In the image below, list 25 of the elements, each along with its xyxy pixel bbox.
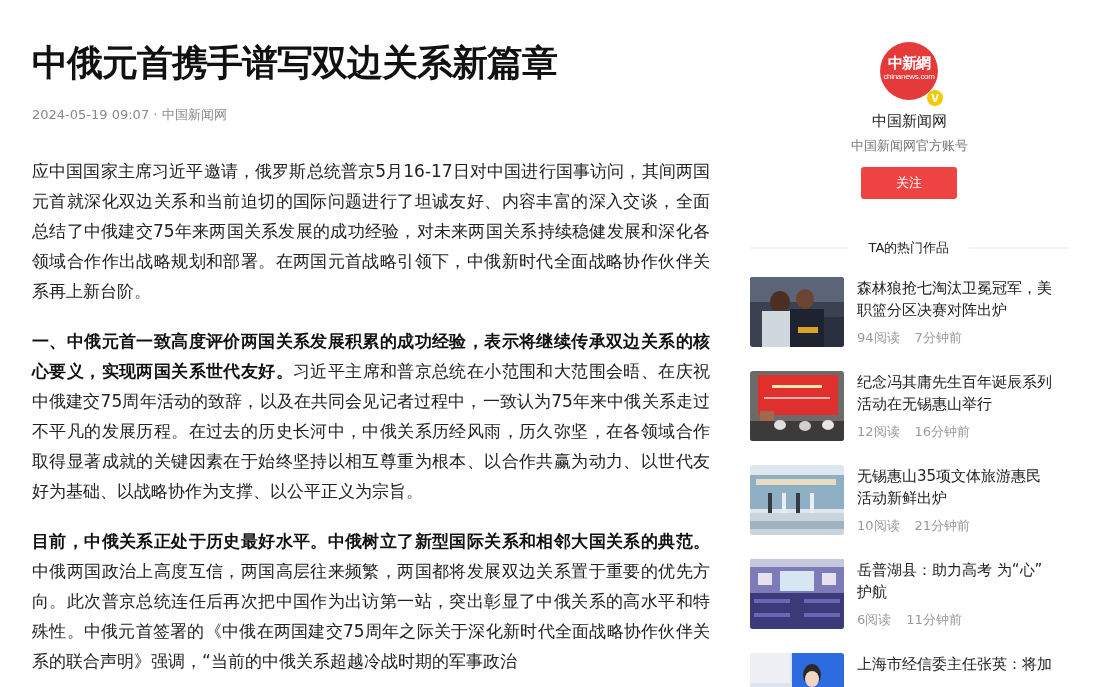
read-count: 10阅读 bbox=[857, 517, 900, 535]
article-link[interactable]: 纪念冯其庸先生百年诞辰系列活动在无锡惠山举行 bbox=[857, 371, 1053, 415]
article-link[interactable]: 森林狼抢七淘汰卫冕冠军，美职篮分区决赛对阵出炉 bbox=[857, 277, 1053, 321]
article-meta: 2024-05-19 09:07 · 中国新闻网 bbox=[32, 106, 228, 124]
article-link[interactable]: 上海市经信委主任张英：将加 bbox=[857, 653, 1053, 675]
article-paragraph: 应中国国家主席习近平邀请，俄罗斯总统普京5月16-17日对中国进行国事访问，其间两国元首就深化双边关系和当前迫切的国际问题进行了坦诚友好、内容丰富的深入交谈，全面总结了中俄建交75年来两国关系发展的成功经验，对未来两国关系持续稳健发展和深化各领域合作作出战略规划和部署。在两国元首战略引领下，中俄新时代全面战略协作伙伴关系再上新台阶。 bbox=[32, 160, 710, 303]
publish-time: 11分钟前 bbox=[906, 611, 962, 629]
logo-text: 中新網 bbox=[888, 53, 930, 72]
article-link[interactable]: 无锡惠山35项文体旅游惠民活动新鲜出炉 bbox=[857, 465, 1053, 509]
read-count: 6阅读 bbox=[857, 611, 892, 629]
publish-time: 16分钟前 bbox=[914, 423, 971, 441]
publish-time: 7分钟前 bbox=[914, 329, 962, 347]
read-count: 94阅读 bbox=[857, 329, 900, 347]
section-heading: TA的热门作品 bbox=[868, 239, 950, 257]
verified-badge: V bbox=[926, 89, 944, 107]
read-count: 12阅读 bbox=[857, 423, 900, 441]
article-paragraph: 目前，中俄关系正处于历史最好水平。中俄树立了新型国际关系和相邻大国关系的典范。中俄两国政治上高度互信，两国高层往来频繁，两国都将发展双边关系置于重要的优先方向。此次普京总统连任后再次把中国作为出访第一站，突出彰显了中俄关系的高水平和特殊性。中俄元首签署的《中俄在两国建交75周年之际关于深化新时代全面战略协作伙伴关系的联合声明》强调，“当前的中俄关系超越冷战时期的军事政治 bbox=[32, 530, 710, 673]
author-description: 中国新闻网官方账号 bbox=[850, 137, 968, 155]
follow-button[interactable]: 关注 bbox=[861, 167, 957, 199]
article-link[interactable]: 岳普湖县：助力高考 为“心”护航 bbox=[857, 559, 1053, 603]
author-name: 中国新闻网 bbox=[871, 112, 947, 131]
article-paragraph: 一、中俄元首一致高度评价两国关系发展积累的成功经验，表示将继续传承双边关系的核心要义，实现两国关系世代友好。习近平主席和普京总统在小范围和大范围会晤、在庆祝中俄建交75周年活动的致辞，以及在共同会见记者过程中，一致认为75年来中俄关系走过不平凡的发展历程。在过去的历史长河中，中俄关系历经风雨，历久弥坚，在各领域合作取得显著成就的关键因素在于始终坚持以相互尊重为根本、以合作共赢为动力、以世代友好为基础、以战略协作为支撑、以公平正义为宗旨。 bbox=[32, 330, 710, 503]
publish-time: 21分钟前 bbox=[914, 517, 971, 535]
logo-subtext: chinanews.com bbox=[883, 71, 935, 81]
article-title: 中俄元首携手谱写双边关系新篇章 bbox=[32, 41, 558, 85]
